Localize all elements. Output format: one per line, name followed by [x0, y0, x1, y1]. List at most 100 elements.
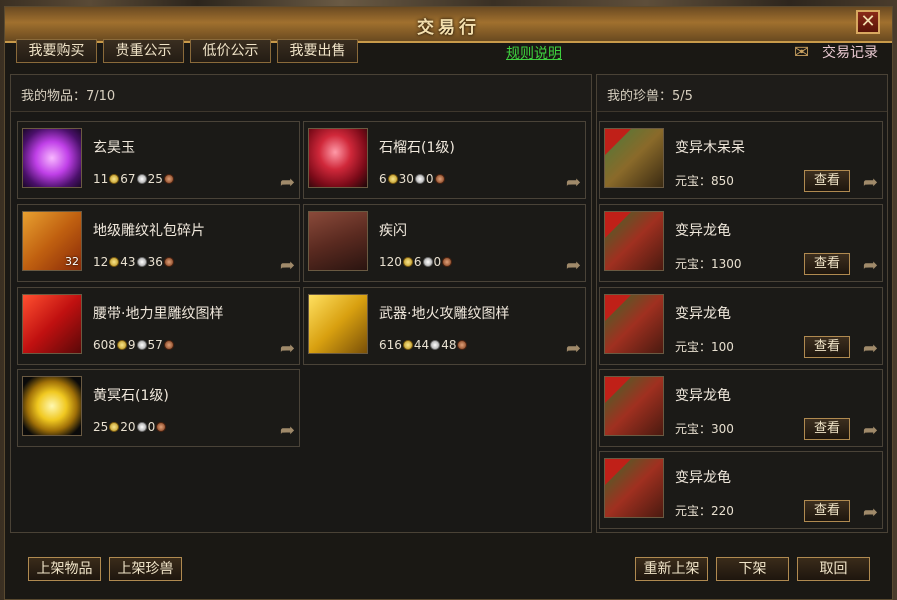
item-price: 120 6 0: [379, 255, 453, 269]
pet-card[interactable]: 变异龙龟 元宝：300 查看 ➦: [599, 369, 883, 447]
copper-coin-icon: [163, 340, 174, 350]
red-gem-icon: [308, 128, 368, 188]
gold-coin-icon: [402, 257, 413, 267]
pet-card[interactable]: 变异木呆呆 元宝：850 查看 ➦: [599, 121, 883, 199]
gold-coin-icon: [109, 174, 120, 184]
delist-button[interactable]: 下架: [716, 557, 789, 581]
copper-coin-icon: [163, 257, 174, 267]
silver-coin-icon: [430, 340, 441, 350]
pet-price: 元宝：850: [675, 174, 734, 188]
relist-button[interactable]: 重新上架: [635, 557, 708, 581]
gold-banner-icon: [308, 294, 368, 354]
rare-tag-icon: [605, 212, 631, 238]
tab-sell[interactable]: 我要出售: [277, 39, 358, 63]
pet-card[interactable]: 变异龙龟 元宝：100 查看 ➦: [599, 287, 883, 365]
gold-coin-icon: [109, 257, 120, 267]
copper-coin-icon: [457, 340, 468, 350]
pet-card[interactable]: 变异龙龟 元宝：220 查看 ➦: [599, 451, 883, 529]
pet-dragon-turtle-icon: [604, 294, 664, 354]
tab-valuable[interactable]: 贵重公示: [103, 39, 184, 63]
pet-tree-icon: [604, 128, 664, 188]
pet-dragon-turtle-icon: [604, 458, 664, 518]
title-bar[interactable]: 交易行 ✕: [5, 7, 892, 43]
item-card[interactable]: 武器·地火攻雕纹图样 616 44 48 ➦: [303, 287, 586, 365]
item-price: 11 67 25: [93, 172, 175, 186]
pet-name: 变异龙龟: [675, 306, 731, 322]
view-pet-button[interactable]: 查看: [804, 170, 850, 192]
my-pets-header: 我的珍兽：5/5: [597, 75, 887, 112]
pet-card[interactable]: 变异龙龟 元宝：1300 查看 ➦: [599, 204, 883, 282]
view-pet-button[interactable]: 查看: [804, 418, 850, 440]
window-title: 交易行: [417, 18, 480, 38]
share-arrow-icon[interactable]: ➦: [863, 504, 878, 522]
item-card[interactable]: 黄冥石(1级) 25 20 0 ➦: [17, 369, 300, 447]
rules-link[interactable]: 规则说明: [506, 43, 562, 63]
item-name: 玄昊玉: [93, 140, 135, 156]
item-price: 12 43 36: [93, 255, 175, 269]
item-card[interactable]: 石榴石(1级) 6 30 0 ➦: [303, 121, 586, 199]
copper-coin-icon: [434, 174, 445, 184]
copper-coin-icon: [163, 174, 174, 184]
silver-coin-icon: [414, 174, 425, 184]
yellow-gem-icon: [22, 376, 82, 436]
item-name: 武器·地火攻雕纹图样: [379, 306, 510, 322]
share-arrow-icon[interactable]: ➦: [280, 340, 295, 358]
my-items-count: 我的物品：7/10: [21, 89, 116, 104]
share-arrow-icon[interactable]: ➦: [863, 340, 878, 358]
share-arrow-icon[interactable]: ➦: [280, 174, 295, 192]
share-arrow-icon[interactable]: ➦: [566, 174, 581, 192]
pet-name: 变异龙龟: [675, 388, 731, 404]
list-pet-button[interactable]: 上架珍兽: [109, 557, 182, 581]
item-price: 608 9 57: [93, 338, 175, 352]
share-arrow-icon[interactable]: ➦: [566, 340, 581, 358]
pet-price: 元宝：1300: [675, 257, 742, 271]
silver-coin-icon: [136, 422, 147, 432]
gold-coin-icon: [109, 422, 120, 432]
silver-coin-icon: [136, 340, 147, 350]
share-arrow-icon[interactable]: ➦: [863, 174, 878, 192]
pet-name: 变异木呆呆: [675, 140, 745, 156]
share-arrow-icon[interactable]: ➦: [566, 257, 581, 275]
share-arrow-icon[interactable]: ➦: [863, 257, 878, 275]
gift-box-icon: 32: [22, 211, 82, 271]
item-price: 25 20 0: [93, 420, 167, 434]
share-arrow-icon[interactable]: ➦: [863, 422, 878, 440]
scroll-icon: ✉: [794, 42, 810, 63]
purple-orb-icon: [22, 128, 82, 188]
pet-price: 元宝：100: [675, 340, 734, 354]
view-pet-button[interactable]: 查看: [804, 500, 850, 522]
trade-records-label: 交易记录: [822, 45, 878, 61]
item-price: 616 44 48: [379, 338, 468, 352]
item-name: 腰带·地力里雕纹图样: [93, 306, 224, 322]
view-pet-button[interactable]: 查看: [804, 253, 850, 275]
view-pet-button[interactable]: 查看: [804, 336, 850, 358]
item-card[interactable]: 疾闪 120 6 0 ➦: [303, 204, 586, 282]
my-items-header: 我的物品：7/10: [11, 75, 591, 112]
tab-buy[interactable]: 我要购买: [16, 39, 97, 63]
red-banner-icon: [22, 294, 82, 354]
share-arrow-icon[interactable]: ➦: [280, 422, 295, 440]
copper-coin-icon: [442, 257, 453, 267]
gold-coin-icon: [116, 340, 127, 350]
list-item-button[interactable]: 上架物品: [28, 557, 101, 581]
gold-coin-icon: [387, 174, 398, 184]
retrieve-button[interactable]: 取回: [797, 557, 870, 581]
rare-tag-icon: [605, 129, 631, 155]
item-card[interactable]: 玄昊玉 11 67 25 ➦: [17, 121, 300, 199]
pet-dragon-turtle-icon: [604, 376, 664, 436]
item-name: 石榴石(1级): [379, 140, 455, 156]
tab-lowprice[interactable]: 低价公示: [190, 39, 271, 63]
close-button[interactable]: ✕: [856, 10, 880, 34]
skill-silhouette-icon: [308, 211, 368, 271]
item-name: 黄冥石(1级): [93, 388, 169, 404]
rare-tag-icon: [605, 295, 631, 321]
item-card[interactable]: 32 地级雕纹礼包碎片 12 43 36 ➦: [17, 204, 300, 282]
share-arrow-icon[interactable]: ➦: [280, 257, 295, 275]
item-count-badge: 32: [65, 255, 79, 268]
my-pets-count: 我的珍兽：5/5: [607, 89, 693, 104]
trade-records-link[interactable]: ✉ 交易记录: [794, 42, 878, 64]
item-card[interactable]: 腰带·地力里雕纹图样 608 9 57 ➦: [17, 287, 300, 365]
item-name: 地级雕纹礼包碎片: [93, 223, 205, 239]
item-name: 疾闪: [379, 223, 407, 239]
silver-coin-icon: [136, 257, 147, 267]
